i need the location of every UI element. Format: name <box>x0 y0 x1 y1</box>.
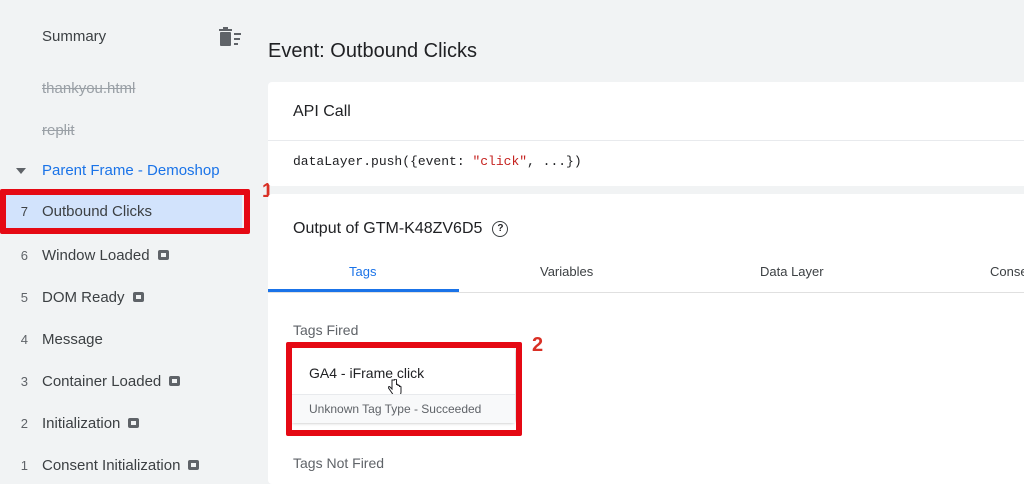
event-item-window-loaded[interactable]: 6 Window Loaded <box>0 238 262 272</box>
caret-down-icon <box>16 167 26 174</box>
code-badge-icon <box>132 292 144 302</box>
api-call-title: API Call <box>293 103 351 120</box>
page-title: Event: Outbound Clicks <box>268 40 477 62</box>
event-number: 4 <box>20 331 28 347</box>
sidebar: Summary thankyou.html replit Parent Fram… <box>0 0 262 484</box>
api-call-card: API Call dataLayer.push({event: "click",… <box>268 82 1024 186</box>
code-prefix: dataLayer.push({event: <box>293 154 473 169</box>
code-badge-icon <box>188 460 200 470</box>
event-item-dom-ready[interactable]: 5 DOM Ready <box>0 280 262 314</box>
summary-link[interactable]: Summary <box>42 28 106 45</box>
event-label: Window Loaded <box>42 246 150 264</box>
event-item-initialization[interactable]: 2 Initialization <box>0 406 262 440</box>
annotation-marker-2: 2 <box>532 334 544 356</box>
tab-data-layer[interactable]: Data Layer <box>760 264 824 279</box>
parent-frame-label: Parent Frame - Demoshop <box>42 162 220 179</box>
tab-variables[interactable]: Variables <box>540 264 593 279</box>
tags-not-fired-label: Tags Not Fired <box>293 455 385 471</box>
tags-fired-label: Tags Fired <box>293 322 359 338</box>
code-badge-icon <box>169 376 181 386</box>
event-number: 5 <box>20 289 28 305</box>
event-item-consent-initialization[interactable]: 1 Consent Initialization <box>0 448 262 482</box>
event-number: 3 <box>20 373 28 389</box>
code-suffix: , ...}) <box>527 154 582 169</box>
code-badge-icon <box>128 418 140 428</box>
active-tab-indicator <box>268 289 459 292</box>
output-title: Output of GTM-K48ZV6D5 ? <box>293 220 509 238</box>
page-item-replit[interactable]: replit <box>42 122 75 139</box>
parent-frame-item[interactable]: Parent Frame - Demoshop <box>16 162 220 179</box>
highlight-box-1 <box>0 189 250 234</box>
help-icon[interactable]: ? <box>492 221 509 237</box>
code-badge-icon <box>157 250 169 260</box>
event-label: DOM Ready <box>42 288 125 306</box>
page-item-thankyou[interactable]: thankyou.html <box>42 80 135 97</box>
output-title-text: Output of GTM-K48ZV6D5 <box>293 220 483 237</box>
event-item-message[interactable]: 4 Message <box>0 322 262 356</box>
event-item-container-loaded[interactable]: 3 Container Loaded <box>0 364 262 398</box>
delete-sweep-icon[interactable] <box>218 26 242 48</box>
code-string: "click" <box>472 154 528 169</box>
divider <box>268 140 1024 141</box>
event-label: Initialization <box>42 414 121 432</box>
event-number: 6 <box>20 247 28 263</box>
event-number: 1 <box>20 457 28 473</box>
output-card: Output of GTM-K48ZV6D5 ? Tags Variables … <box>268 194 1024 484</box>
event-label: Consent Initialization <box>42 456 181 474</box>
event-label: Message <box>42 330 103 348</box>
event-number: 2 <box>20 415 28 431</box>
event-label: Container Loaded <box>42 372 162 390</box>
api-call-code: dataLayer.push({event: "click", ...}) <box>293 154 582 169</box>
output-tabs: Tags Variables Data Layer Conse <box>268 252 1024 293</box>
highlight-box-2 <box>286 342 522 436</box>
tab-tags[interactable]: Tags <box>349 264 376 279</box>
tab-consent[interactable]: Conse <box>990 264 1024 279</box>
